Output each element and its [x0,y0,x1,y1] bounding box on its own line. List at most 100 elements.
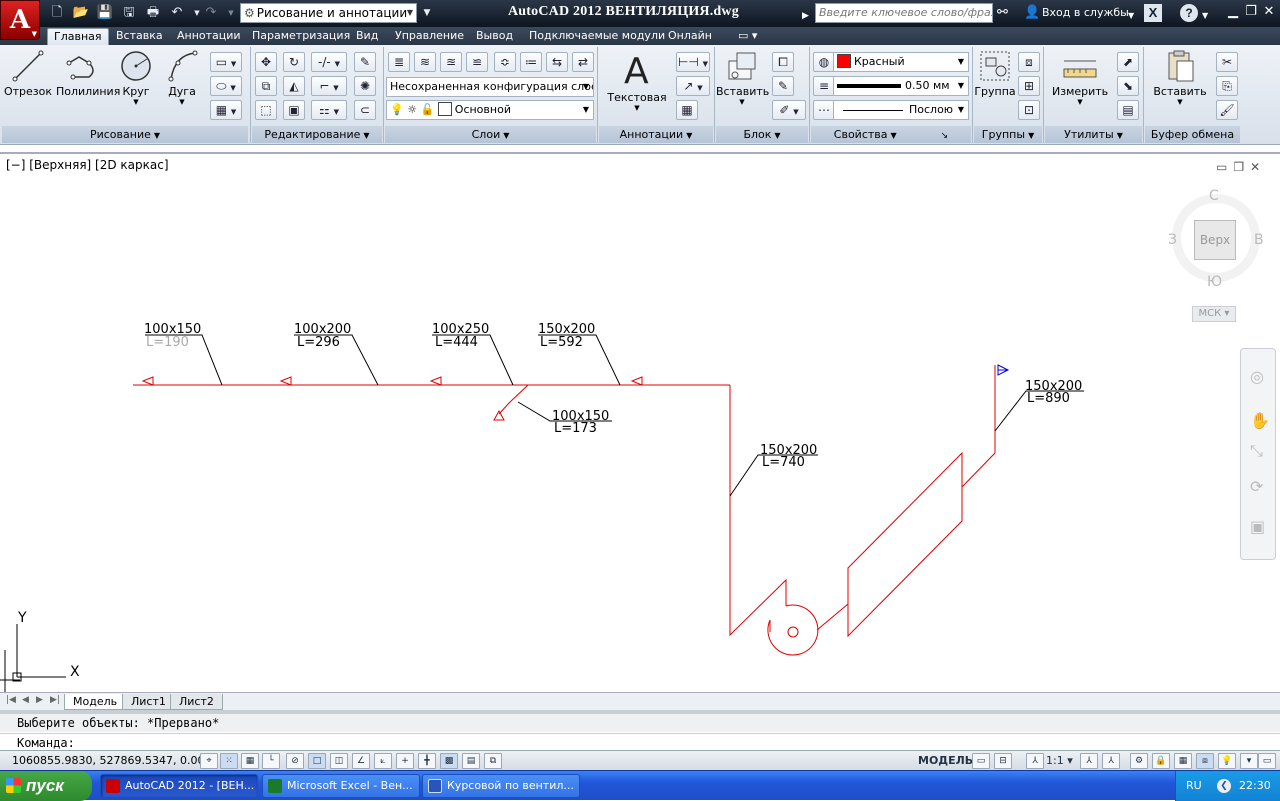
language-indicator[interactable]: RU [1186,779,1202,792]
viewport-window-controls[interactable]: ▭❐✕ [1216,160,1266,174]
osnap-icon[interactable]: □ [308,753,326,769]
3d-osnap-icon[interactable]: ◫ [330,753,348,769]
panel-groups-title[interactable]: Группы ▼ [974,126,1042,143]
quick-properties-icon[interactable]: ▤ [462,753,480,769]
panel-launcher-icon[interactable]: ↘ [941,131,949,141]
text-dropdown-icon[interactable]: ▼ [606,104,668,112]
first-tab-icon[interactable]: |◀ [6,695,16,705]
annotation-scale-dropdown[interactable]: 1:1 ▾ [1046,754,1073,767]
taskbar-item-autocad[interactable]: AutoCAD 2012 - [ВЕН... [100,774,258,798]
prev-tab-icon[interactable]: ◀ [22,695,29,705]
tab-insert[interactable]: Вставка [116,28,163,45]
paste-button[interactable]: Вставить ▼ [1152,49,1208,106]
offset-icon[interactable]: ⊂ [354,100,376,120]
model-space-toggle[interactable]: МОДЕЛЬ [918,754,973,767]
grid-icon[interactable]: ▦ [241,753,259,769]
leader-icon[interactable]: ↗ ▼ [676,76,710,96]
lineweight-toggle-icon[interactable]: ╋ [418,753,436,769]
viewcube-west[interactable]: З [1168,232,1177,248]
quick-select-icon[interactable]: ⬈ [1117,52,1139,72]
group-edit-icon[interactable]: ⊞ [1018,76,1040,96]
ucs-menu[interactable]: МСК ▾ [1192,306,1236,322]
taskbar-item-word[interactable]: Курсовой по вентил... [422,774,580,798]
sign-in-link[interactable]: Вход в службы [1042,6,1129,19]
line-tool-button[interactable]: Отрезок [2,49,54,98]
last-tab-icon[interactable]: ▶| [50,695,60,705]
start-button[interactable]: пуск [0,771,92,801]
array-icon[interactable]: ⚏ ▼ [311,100,347,120]
tab-plugins[interactable]: Подключаемые модули [529,28,665,45]
arc-tool-button[interactable]: Дуга ▼ [156,49,208,106]
clean-screen-icon[interactable]: ▭ [1258,753,1276,769]
workspace-dropdown[interactable]: ⚙ Рисование и аннотации ▼ [240,3,417,23]
open-icon[interactable]: 📂 [72,5,90,21]
tab-home[interactable]: Главная [47,28,109,45]
tab-annotate[interactable]: Аннотации [177,28,241,45]
tab-sheet1[interactable]: Лист1 [122,694,175,710]
insert-dropdown-icon[interactable]: ▼ [716,98,768,106]
workspace-switch-icon[interactable]: ⚙ [1130,753,1148,769]
dimension-icon[interactable]: ⊢⊣ ▼ [676,52,710,72]
rectangle-tool-button[interactable]: ▭ ▼ [210,52,242,72]
layer-off-icon[interactable]: ≊ [440,52,462,72]
redo-dropdown-icon[interactable]: ▼ [222,5,240,21]
ortho-icon[interactable]: └ [262,753,280,769]
next-tab-icon[interactable]: ▶ [36,695,43,705]
auto-scale-icon[interactable]: ⅄ [1102,753,1120,769]
trim-icon[interactable]: -/- ▼ [311,52,347,72]
otrack-icon[interactable]: ∠ [352,753,370,769]
status-menu-icon[interactable]: ▾ [1240,753,1258,769]
panel-draw-title[interactable]: Рисование ▼ [2,126,248,143]
quick-access-menu-icon[interactable]: ▼ [418,5,436,21]
color-dropdown[interactable]: Красный ▼ [833,52,969,72]
tab-model[interactable]: Модель [64,694,127,710]
arc-dropdown-icon[interactable]: ▼ [156,98,208,106]
polyline-tool-button[interactable]: Полилиния [56,49,120,98]
tab-manage[interactable]: Управление [395,28,464,45]
clock[interactable]: 22:30 [1239,779,1271,792]
circle-dropdown-icon[interactable]: ▼ [110,98,162,106]
showmotion-icon[interactable]: ▣ [1250,517,1265,536]
copy-icon[interactable]: ⧉ [255,76,277,96]
drawing-quickview-icon[interactable]: ⊟ [994,753,1012,769]
save-as-icon[interactable]: 🖫 [120,5,138,21]
annotation-visibility-icon[interactable]: ⅄ [1080,753,1098,769]
text-tool-button[interactable]: A Текстовая ▼ [606,49,668,112]
layer-properties-icon[interactable]: ≣ [388,52,410,72]
linetype-dropdown[interactable]: Послою ▼ [833,100,969,120]
exchange-icon[interactable]: X [1144,4,1162,22]
taskbar-item-excel[interactable]: Microsoft Excel - Вен... [262,774,420,798]
current-layer-dropdown[interactable]: 💡 ☼ 🔓 Основной ▼ [386,100,594,120]
coordinates-readout[interactable]: 1060855.9830, 527869.5347, 0.0000 [12,754,218,767]
panel-annotation-title[interactable]: Аннотации ▼ [599,126,713,143]
redo-icon[interactable]: ↷ [202,5,220,21]
rotate-icon[interactable]: ↻ [283,52,305,72]
measure-dropdown-icon[interactable]: ▼ [1052,98,1108,106]
edit-block-icon[interactable]: ✎ [772,76,794,96]
polar-icon[interactable]: ⊘ [286,753,304,769]
orbit-icon[interactable]: ⟳ [1250,477,1263,496]
ducs-icon[interactable]: ⟀ [374,753,392,769]
table-icon[interactable]: ▦ [676,100,698,120]
move-icon[interactable]: ✥ [255,52,277,72]
help-icon[interactable]: ? [1180,4,1198,22]
viewcube-east[interactable]: В [1254,232,1264,248]
tray-arrow-icon[interactable]: ❮ [1217,779,1231,793]
lineweight-dropdown[interactable]: 0.50 мм ▼ [833,76,969,96]
steering-wheel-icon[interactable]: ◎ [1250,367,1264,386]
command-input[interactable]: Команда: [0,733,1280,751]
select-all-icon[interactable]: ⬊ [1117,76,1139,96]
sign-in-dropdown-icon[interactable]: ▼ [1128,8,1134,24]
layer-previous-icon[interactable]: ⇆ [546,52,568,72]
help-dropdown-icon[interactable]: ▼ [1202,8,1208,24]
group-button[interactable]: Группа [970,49,1020,98]
binoculars-icon[interactable]: ⚯ [997,5,1008,21]
tab-output[interactable]: Вывод [476,28,513,45]
mirror-icon[interactable]: ◭ [283,76,305,96]
cut-icon[interactable]: ✂ [1216,52,1238,72]
tab-parametric[interactable]: Параметризация [252,28,350,45]
ellipse-tool-button[interactable]: ⬭ ▼ [210,76,242,96]
undo-icon[interactable]: ↶ [168,5,186,21]
layer-isolate-icon[interactable]: ≋ [414,52,436,72]
drawing-svg[interactable]: 100x150 L=190 100x200 L=296 100x250 L=44… [0,154,1280,692]
